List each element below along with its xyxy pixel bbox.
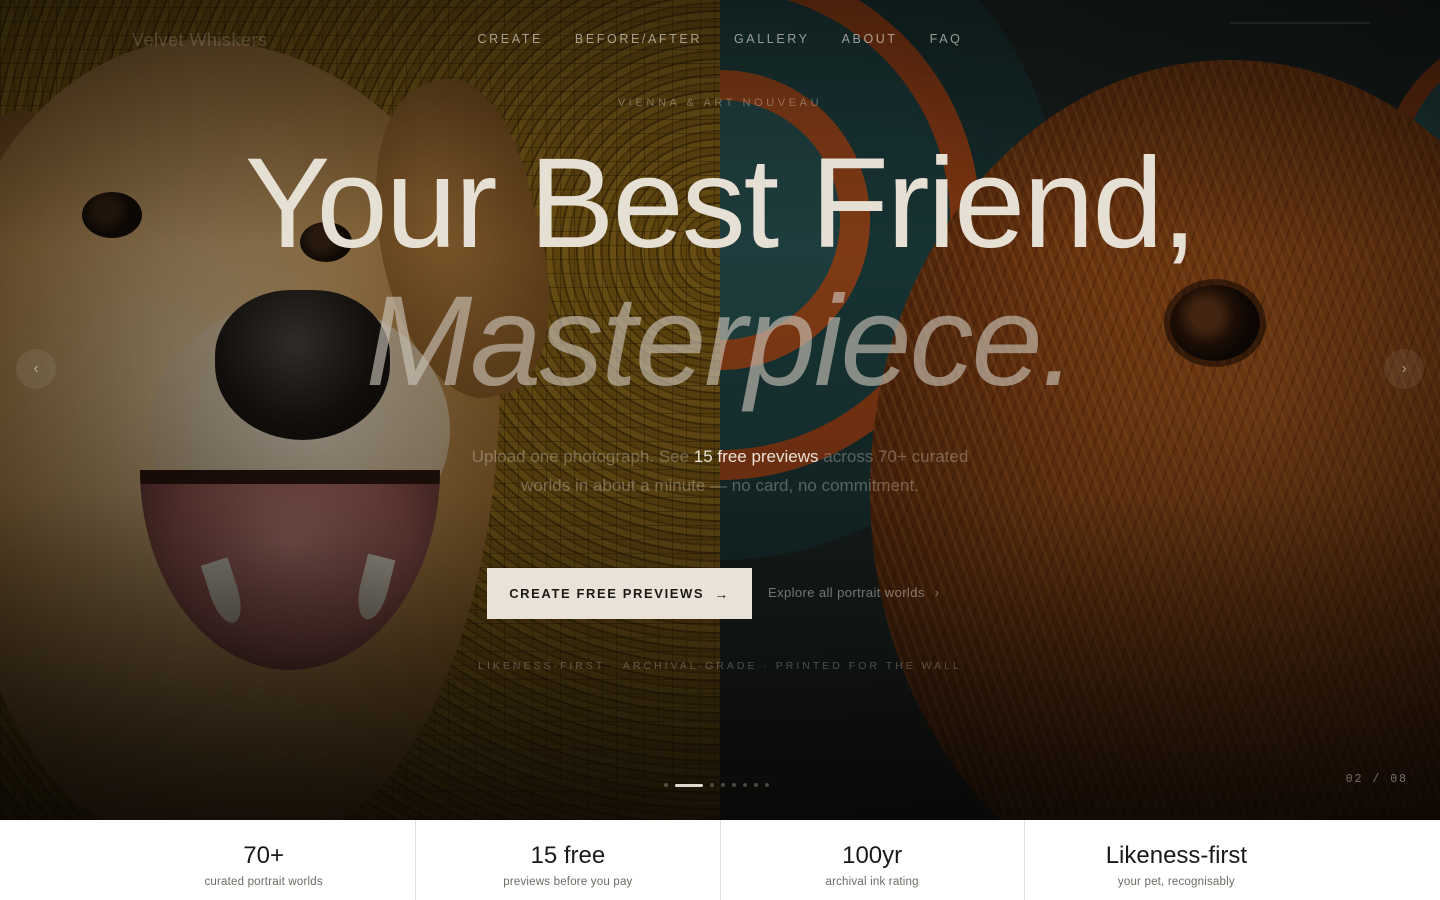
arrow-right-icon: →	[714, 585, 730, 602]
stat-item: 15 free previews before you pay	[416, 820, 721, 900]
chevron-right-icon: ›	[1401, 360, 1407, 377]
slide-dots	[664, 783, 769, 787]
stat-item: Likeness-first your pet, recognisably	[1025, 820, 1328, 900]
subcopy-pre: Upload one photograph. See	[471, 447, 694, 466]
slide-dot[interactable]	[732, 783, 736, 787]
slide-dot[interactable]	[664, 783, 668, 787]
nav-faq[interactable]: FAQ	[930, 32, 963, 46]
stat-item: 100yr archival ink rating	[721, 820, 1025, 900]
slide-dot[interactable]	[743, 783, 747, 787]
main-nav: CREATE BEFORE/AFTER GALLERY ABOUT FAQ	[0, 32, 1440, 46]
stat-label: your pet, recognisably	[1117, 876, 1235, 888]
stat-value: 15 free	[530, 842, 606, 869]
cta-label: CREATE FREE PREVIEWS	[509, 586, 705, 601]
stat-value: 70+	[243, 842, 284, 869]
explore-label: Explore all portrait worlds	[768, 585, 925, 600]
slide-prev-button[interactable]: ‹	[16, 349, 56, 389]
stat-item: 70+ curated portrait worlds	[112, 820, 417, 900]
slide-dot[interactable]	[754, 783, 758, 787]
chevron-left-icon: ‹	[33, 360, 39, 377]
nav-before-after[interactable]: BEFORE/AFTER	[575, 32, 702, 46]
stat-label: curated portrait worlds	[204, 876, 323, 888]
stat-value: Likeness-first	[1105, 842, 1248, 869]
slide-counter: 02 / 08	[1345, 773, 1408, 786]
nav-divider	[1230, 22, 1370, 24]
slide-dot[interactable]	[721, 783, 725, 787]
create-free-previews-button[interactable]: CREATE FREE PREVIEWS →	[487, 568, 752, 619]
slide-dot[interactable]	[710, 783, 714, 787]
stat-label: previews before you pay	[503, 876, 633, 888]
explore-worlds-link[interactable]: Explore all portrait worlds ›	[768, 585, 939, 600]
nav-gallery[interactable]: GALLERY	[734, 32, 810, 46]
stat-value: 100yr	[842, 842, 903, 869]
stats-bar: 70+ curated portrait worlds 15 free prev…	[0, 820, 1440, 900]
nav-create[interactable]: CREATE	[478, 32, 543, 46]
slide-next-button[interactable]: ›	[1384, 349, 1424, 389]
hero-tagline: LIKENESS-FIRST · ARCHIVAL-GRADE · PRINTE…	[478, 660, 962, 672]
hero-slider: Velvet Whiskers CREATE BEFORE/AFTER GALL…	[0, 0, 1440, 820]
hero-subcopy: Upload one photograph. See 15 free previ…	[470, 442, 970, 500]
slide-dot[interactable]	[765, 783, 769, 787]
headline-line-2: Masterpiece.	[365, 270, 1077, 413]
slide-eyebrow: VIENNA & ART NOUVEAU	[617, 97, 823, 109]
stat-label: archival ink rating	[825, 876, 919, 888]
subcopy-highlight: 15 free previews	[693, 447, 819, 466]
headline-line-1: Your Best Friend,	[244, 132, 1197, 275]
nav-about[interactable]: ABOUT	[842, 32, 898, 46]
chevron-right-icon: ›	[934, 585, 940, 600]
slide-dot-active[interactable]	[675, 783, 703, 787]
